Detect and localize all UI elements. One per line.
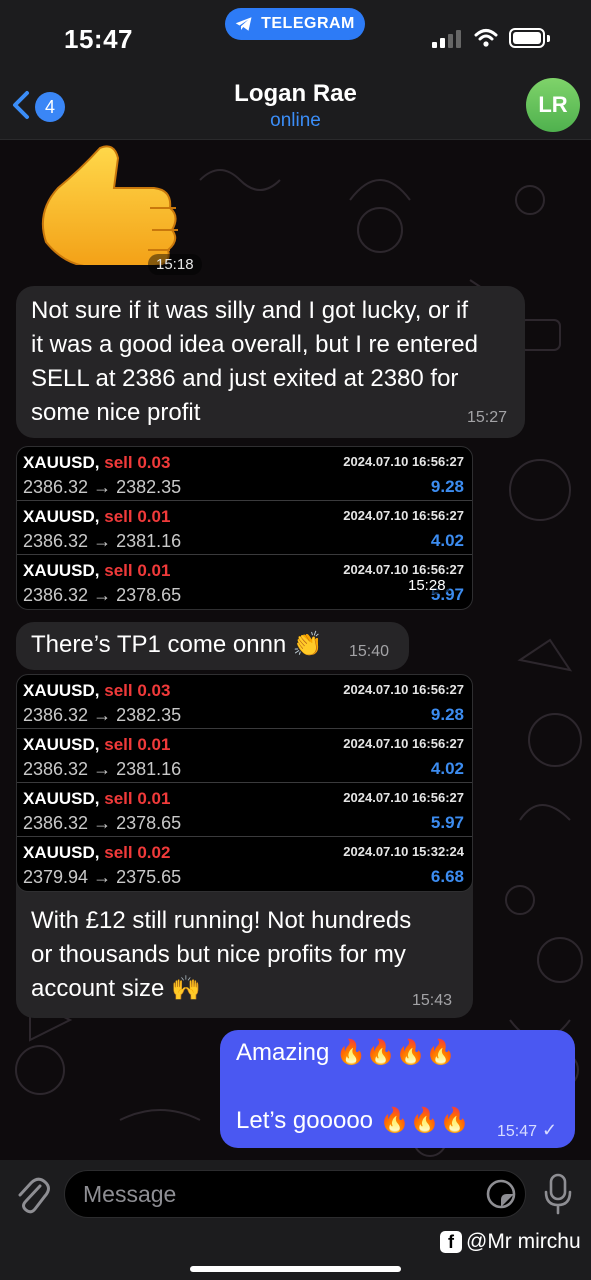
trade-price: 2386.32 → 2381.16	[23, 759, 182, 779]
trade-profit: 9.28	[430, 477, 464, 496]
trade-price: 2386.32 → 2381.16	[23, 531, 182, 551]
trade-row: XAUUSD, sell 0.03 2024.07.10 16:56:27 23…	[17, 447, 472, 501]
trade-symbol: XAUUSD, sell 0.02	[23, 843, 171, 862]
message-text: Not sure if it was silly and I got lucky…	[31, 297, 478, 426]
clock: 15:47	[64, 24, 133, 54]
read-check-icon: ✓	[542, 1120, 558, 1140]
trade-price: 2386.32 → 2378.65	[23, 585, 182, 605]
sticker-icon[interactable]	[485, 1178, 517, 1210]
trade-row: XAUUSD, sell 0.01 2024.07.10 16:56:27 23…	[17, 501, 472, 555]
message-field[interactable]	[64, 1170, 526, 1218]
thumbs-up-sticker[interactable]	[30, 140, 200, 265]
trade-price: 2386.32 → 2382.35	[23, 705, 182, 725]
message-timestamp: 15:28	[404, 577, 450, 594]
home-indicator[interactable]	[190, 1266, 401, 1272]
watermark: f @Mr mirchu	[440, 1230, 581, 1254]
trade-profit: 4.02	[430, 531, 464, 550]
trade-symbol: XAUUSD, sell 0.01	[23, 735, 171, 754]
microphone-icon[interactable]	[542, 1172, 574, 1216]
message-timestamp: 15:43	[412, 992, 453, 1009]
trade-row: XAUUSD, sell 0.03 2024.07.10 16:56:27 23…	[17, 675, 472, 729]
trade-date: 2024.07.10 16:56:27	[343, 736, 464, 751]
trade-row: XAUUSD, sell 0.01 2024.07.10 16:56:27 23…	[17, 783, 472, 837]
trade-row: XAUUSD, sell 0.01 2024.07.10 16:56:27 23…	[17, 729, 472, 783]
avatar[interactable]: LR	[526, 78, 580, 132]
incoming-message[interactable]: Not sure if it was silly and I got lucky…	[16, 286, 525, 438]
message-timestamp: 15:27	[467, 409, 508, 426]
trade-price: 2386.32 → 2382.35	[23, 477, 182, 497]
trade-price: 2386.32 → 2378.65	[23, 813, 182, 833]
trade-symbol: XAUUSD, sell 0.03	[23, 453, 171, 472]
message-timestamp: 15:18	[148, 254, 202, 275]
message-text: There’s TP1 come onnn 👏	[31, 631, 323, 658]
paperclip-icon[interactable]	[14, 1174, 50, 1214]
trade-date: 2024.07.10 16:56:27	[343, 790, 464, 805]
trade-date: 2024.07.10 16:56:27	[343, 682, 464, 697]
message-timestamp: 15:40	[349, 643, 390, 660]
trade-symbol: XAUUSD, sell 0.01	[23, 561, 171, 580]
message-composer: f @Mr mirchu	[0, 1160, 591, 1280]
chat-area[interactable]: 15:18 Not sure if it was silly and I got…	[0, 140, 591, 1160]
wifi-icon	[474, 29, 498, 47]
contact-name[interactable]: Logan Rae	[0, 80, 591, 108]
message-text: With £12 still running! Not hundreds or …	[31, 907, 412, 1002]
trade-profit: 9.28	[430, 705, 464, 724]
message-input[interactable]	[83, 1179, 463, 1209]
telegram-plane-icon	[235, 17, 252, 31]
trade-date: 2024.07.10 16:56:27	[343, 508, 464, 523]
trade-date: 2024.07.10 15:32:24	[343, 844, 464, 859]
trade-profit: 6.68	[430, 867, 464, 886]
trade-date: 2024.07.10 16:56:27	[343, 454, 464, 469]
incoming-message[interactable]: There’s TP1 come onnn 👏 15:40	[16, 622, 409, 670]
telegram-pill-label: TELEGRAM	[261, 15, 355, 32]
status-bar: 15:47 TELEGRAM	[0, 0, 591, 66]
message-timestamp: 15:47	[497, 1123, 538, 1140]
trade-profit: 5.97	[430, 813, 464, 832]
trade-row: XAUUSD, sell 0.02 2024.07.10 15:32:24 23…	[17, 837, 472, 891]
facebook-icon: f	[440, 1231, 462, 1253]
incoming-message[interactable]: XAUUSD, sell 0.03 2024.07.10 16:56:27 23…	[16, 674, 473, 1018]
cellular-signal-icon	[432, 28, 464, 48]
battery-icon	[509, 28, 550, 48]
telegram-pill[interactable]: TELEGRAM	[225, 8, 365, 40]
trade-symbol: XAUUSD, sell 0.03	[23, 681, 171, 700]
chat-header: 4 Logan Rae online LR	[0, 66, 591, 140]
outgoing-message[interactable]: Amazing 🔥🔥🔥🔥 Let’s gooooo 🔥🔥🔥 15:47 ✓	[220, 1030, 575, 1148]
contact-status: online	[270, 110, 321, 131]
trade-date: 2024.07.10 16:56:27	[343, 562, 464, 577]
trade-screenshot[interactable]: XAUUSD, sell 0.03 2024.07.10 16:56:27 23…	[16, 674, 473, 892]
trade-profit: 4.02	[430, 759, 464, 778]
message-text: Amazing 🔥🔥🔥🔥 Let’s gooooo 🔥🔥🔥	[236, 1039, 470, 1134]
trade-price: 2379.94 → 2375.65	[23, 867, 182, 887]
trade-symbol: XAUUSD, sell 0.01	[23, 507, 171, 526]
watermark-text: @Mr mirchu	[466, 1230, 581, 1253]
trade-symbol: XAUUSD, sell 0.01	[23, 789, 171, 808]
